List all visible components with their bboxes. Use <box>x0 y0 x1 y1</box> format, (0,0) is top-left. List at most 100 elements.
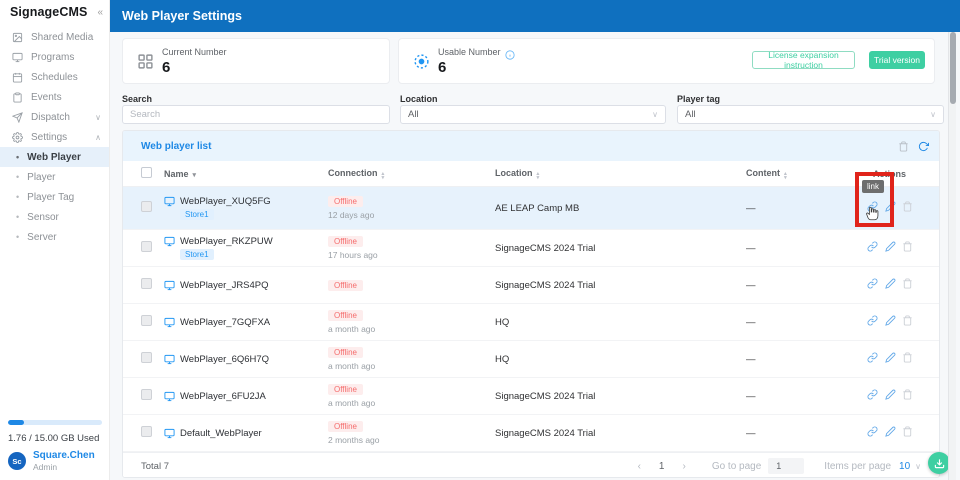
sidebar-item-label: Shared Media <box>31 31 94 43</box>
sidebar-item-dispatch[interactable]: Dispatch ∨ <box>0 107 109 127</box>
column-header-name[interactable]: Name ▾ <box>164 169 328 179</box>
next-page-icon[interactable]: › <box>678 461 689 472</box>
player-name: WebPlayer_RKZPUW <box>180 236 273 247</box>
bullet-icon: • <box>16 172 20 182</box>
row-checkbox[interactable] <box>141 278 152 289</box>
table-row[interactable]: WebPlayer_7GQFXA Offline a month ago HQ … <box>123 304 939 341</box>
sidebar-collapse-icon[interactable]: « <box>97 7 103 18</box>
page-number[interactable]: 1 <box>645 461 679 472</box>
table-row[interactable]: WebPlayer_JRS4PQ Offline SignageCMS 2024… <box>123 267 939 304</box>
edit-icon[interactable] <box>884 241 896 252</box>
link-icon[interactable] <box>867 315 878 326</box>
link-icon[interactable] <box>867 241 878 252</box>
sidebar-item-player-tag[interactable]: • Player Tag <box>0 187 109 207</box>
trial-version-button[interactable]: Trial version <box>869 51 925 69</box>
connection-status-badge: Offline <box>328 279 363 291</box>
chevron-down-icon: ∨ <box>652 110 658 119</box>
sidebar-item-player[interactable]: • Player <box>0 167 109 187</box>
table-row[interactable]: Default_WebPlayer Offline 2 months ago S… <box>123 415 939 452</box>
send-icon <box>12 111 23 123</box>
web-player-icon <box>164 354 175 365</box>
sidebar-item-sensor[interactable]: • Sensor <box>0 207 109 227</box>
player-name: WebPlayer_6FU2JA <box>180 390 266 402</box>
search-field[interactable] <box>122 105 390 124</box>
license-expansion-button[interactable]: License expansion instruction <box>752 50 855 70</box>
row-checkbox[interactable] <box>141 389 152 400</box>
chevron-up-icon: ∧ <box>95 132 101 142</box>
goto-page-label: Go to page <box>711 460 762 472</box>
row-checkbox[interactable] <box>141 315 152 326</box>
download-button[interactable] <box>928 452 950 474</box>
edit-icon[interactable] <box>884 201 896 212</box>
column-header-location[interactable]: Location ▴ ▾ <box>495 168 743 181</box>
delete-selected-icon[interactable] <box>898 140 909 152</box>
prev-page-icon[interactable]: ‹ <box>634 461 645 472</box>
edit-icon[interactable] <box>884 315 896 326</box>
column-header-connection[interactable]: Connection ▴ ▾ <box>328 168 495 181</box>
items-per-page-select[interactable]: 10 <box>899 461 910 472</box>
column-header-content[interactable]: Content ▴ ▾ <box>743 168 865 181</box>
player-name: WebPlayer_JRS4PQ <box>180 279 269 291</box>
user-name: Square.Chen <box>33 450 95 461</box>
edit-icon[interactable] <box>884 426 896 437</box>
user-role: Admin <box>33 462 58 472</box>
player-content: — <box>746 316 756 328</box>
panel-header: Web player list <box>123 131 939 161</box>
sidebar-item-events[interactable]: Events <box>0 87 109 107</box>
link-icon[interactable] <box>867 389 878 400</box>
sidebar-item-shared-media[interactable]: Shared Media <box>0 27 109 47</box>
usable-number-label: Usable Number <box>438 47 501 57</box>
edit-icon[interactable] <box>884 389 896 400</box>
row-checkbox[interactable] <box>141 241 152 252</box>
sidebar-item-schedules[interactable]: Schedules <box>0 67 109 87</box>
items-per-page-label: Items per page <box>824 460 892 472</box>
delete-icon[interactable] <box>902 241 913 252</box>
page-header: Web Player Settings <box>110 0 960 32</box>
search-input[interactable] <box>130 109 382 120</box>
edit-icon[interactable] <box>884 352 896 363</box>
refresh-icon[interactable] <box>918 141 929 152</box>
row-checkbox[interactable] <box>141 426 152 437</box>
table-row[interactable]: WebPlayer_6Q6H7Q Offline a month ago HQ … <box>123 341 939 378</box>
player-tag-select[interactable]: All ∨ <box>677 105 944 124</box>
table-row[interactable]: WebPlayer_RKZPUW Store1 Offline 17 hours… <box>123 230 939 267</box>
delete-icon[interactable] <box>902 426 913 437</box>
vertical-scrollbar[interactable] <box>948 32 956 480</box>
web-player-icon <box>164 196 175 207</box>
edit-icon[interactable] <box>884 278 896 289</box>
delete-icon[interactable] <box>902 352 913 363</box>
last-seen-text: 2 months ago <box>328 435 380 445</box>
sidebar-item-programs[interactable]: Programs <box>0 47 109 67</box>
scrollbar-thumb[interactable] <box>950 32 956 104</box>
select-all-checkbox[interactable] <box>141 167 152 178</box>
table-row[interactable]: WebPlayer_6FU2JA Offline a month ago Sig… <box>123 378 939 415</box>
row-checkbox[interactable] <box>141 352 152 363</box>
hand-cursor-icon <box>865 205 880 222</box>
location-value: All <box>408 109 419 120</box>
pagination: ‹ 1 › Go to page 1 Items per page 10 ∨ <box>634 458 921 474</box>
link-icon[interactable] <box>867 426 878 437</box>
web-player-list-panel: Web player list Name ▾ Connection ▴ ▾ Lo… <box>122 130 940 478</box>
user-profile[interactable]: Sc Square.Chen Admin <box>8 450 95 472</box>
delete-icon[interactable] <box>902 315 913 326</box>
sidebar-item-settings[interactable]: Settings ∧ <box>0 127 109 147</box>
total-count: Total 7 <box>141 460 169 472</box>
usable-number-icon <box>413 53 430 70</box>
info-icon[interactable] <box>505 47 515 60</box>
table-row[interactable]: WebPlayer_XUQ5FG Store1 Offline 12 days … <box>123 187 939 230</box>
link-icon[interactable] <box>867 278 878 289</box>
goto-page-input[interactable]: 1 <box>768 458 805 474</box>
delete-icon[interactable] <box>902 389 913 400</box>
sidebar-item-web-player[interactable]: • Web Player <box>0 147 109 167</box>
player-location: SignageCMS 2024 Trial <box>495 242 596 254</box>
sort-icon: ▴ ▾ <box>381 170 385 181</box>
sidebar-item-label: Web Player <box>27 151 81 163</box>
row-checkbox[interactable] <box>141 201 152 212</box>
delete-icon[interactable] <box>902 201 913 212</box>
sidebar-item-label: Events <box>31 91 62 103</box>
sidebar-item-server[interactable]: • Server <box>0 227 109 247</box>
location-select[interactable]: All ∨ <box>400 105 666 124</box>
link-icon[interactable] <box>867 352 878 363</box>
delete-icon[interactable] <box>902 278 913 289</box>
sort-desc-icon: ▾ <box>192 171 197 179</box>
